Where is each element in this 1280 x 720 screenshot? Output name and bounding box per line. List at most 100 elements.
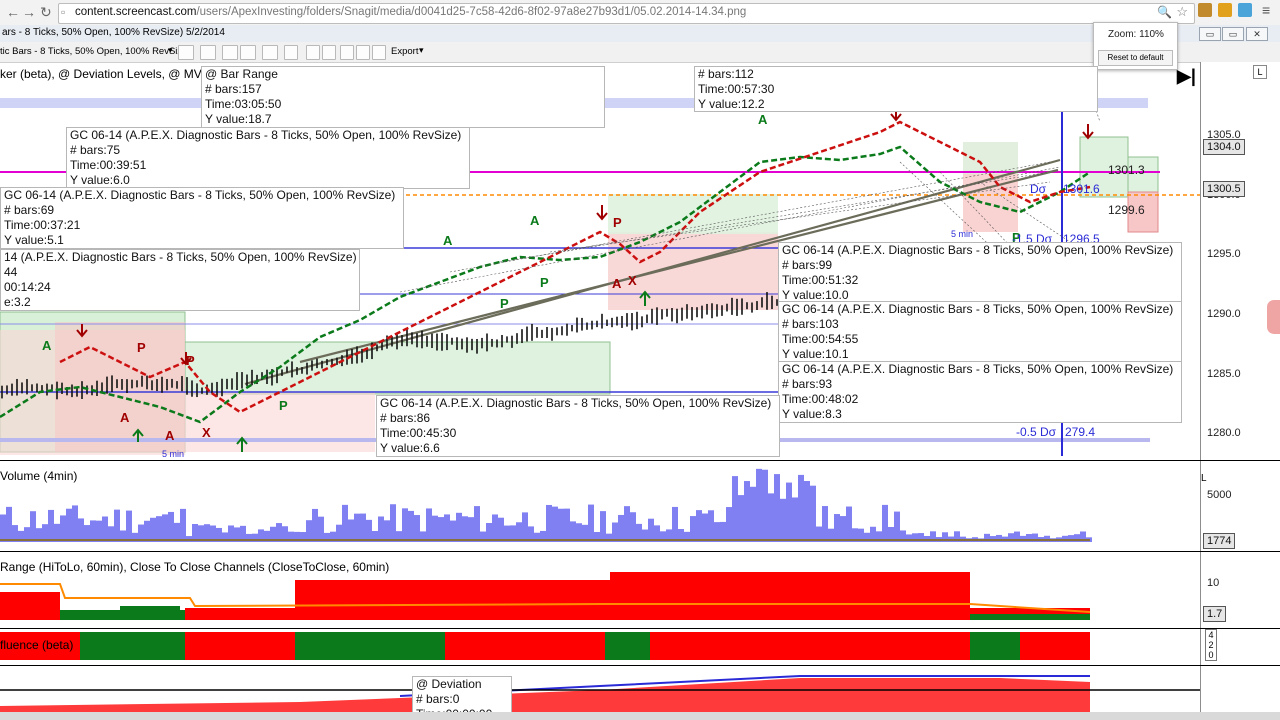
tooltip-key: Y value:	[782, 288, 826, 302]
volume-bar	[612, 522, 618, 542]
tooltip-title: GC 06-14 (A.P.E.X. Diagnostic Bars - 8 T…	[782, 243, 1174, 257]
volume-chart[interactable]	[0, 462, 1200, 552]
export-dropdown-icon[interactable]: ▾	[419, 45, 424, 56]
restore-button[interactable]: ▭	[1222, 27, 1244, 41]
volume-bar	[96, 520, 102, 542]
template-icon[interactable]	[372, 45, 386, 60]
volume-bar	[492, 514, 498, 542]
interval-label: 5 min	[162, 449, 184, 459]
back-icon[interactable]: ←	[6, 4, 20, 20]
data-box-icon[interactable]	[340, 45, 354, 60]
range-bar	[295, 580, 610, 620]
volume-bar	[744, 481, 750, 542]
tooltip-key: Y value:	[4, 233, 48, 247]
star-icon[interactable]: ☆	[1176, 4, 1188, 20]
chart-style-icon[interactable]	[178, 45, 194, 60]
properties-icon[interactable]	[284, 45, 298, 60]
menu-icon[interactable]: ≡	[1262, 2, 1270, 18]
volume-bar	[486, 522, 492, 542]
address-bar[interactable]: ▫ content.screencast.com/users/ApexInves…	[58, 3, 1195, 24]
snagit-icon[interactable]	[1218, 3, 1232, 17]
reload-icon[interactable]: ↻	[40, 4, 52, 21]
crosshair-icon[interactable]	[262, 45, 278, 60]
tooltip-93: GC 06-14 (A.P.E.X. Diagnostic Bars - 8 T…	[778, 361, 1182, 423]
url-path: /users/ApexInvesting/folders/Snagit/medi…	[196, 6, 747, 18]
pencil-icon[interactable]	[200, 45, 216, 60]
volume-bar	[312, 508, 318, 542]
marker-p: P	[540, 275, 549, 290]
tooltip-value: 03:05:50	[234, 97, 282, 111]
tooltip-value: 18.7	[248, 112, 272, 126]
minimize-button[interactable]: ▭	[1199, 27, 1221, 41]
indicator-icon[interactable]	[356, 45, 370, 60]
volume-bar	[630, 512, 636, 542]
bars-icon[interactable]	[306, 45, 320, 60]
deviation-label: -0.5 Dσ	[1016, 425, 1057, 439]
extension-icon[interactable]	[1198, 3, 1212, 17]
volume-bar	[450, 520, 456, 542]
volume-bar	[174, 522, 180, 542]
volume-bar	[186, 536, 192, 542]
volume-bar	[924, 535, 930, 542]
tooltip-key: Time:	[4, 218, 34, 232]
tooltip-value: 12.2	[741, 97, 765, 111]
deviation-area	[0, 678, 1090, 712]
dropdown-icon[interactable]: ▾	[168, 45, 173, 56]
volume-bar	[72, 505, 78, 542]
side-tab[interactable]	[1267, 300, 1280, 334]
cloud-icon[interactable]	[1238, 3, 1252, 17]
tooltip-75: GC 06-14 (A.P.E.X. Diagnostic Bars - 8 T…	[66, 127, 470, 189]
tooltip-key: # bars:	[205, 82, 242, 96]
volume-bar	[552, 506, 558, 542]
wand-icon[interactable]	[222, 45, 238, 60]
volume-bar	[720, 521, 726, 542]
close-button[interactable]: ✕	[1246, 27, 1268, 41]
range-bar	[120, 606, 180, 620]
deviation-value: 1301.6	[1063, 182, 1100, 196]
tooltip-key: Time:	[205, 97, 235, 111]
tooltip-title: 14 (A.P.E.X. Diagnostic Bars - 8 Ticks, …	[4, 250, 357, 264]
influence-chart[interactable]	[0, 630, 1200, 664]
chart-toolbar: tic Bars - 8 Ticks, 50% Open, 100% RevSi…	[0, 42, 1280, 63]
zoom-icon[interactable]: 🔍	[1157, 5, 1172, 19]
deviation-chart[interactable]	[0, 666, 1200, 712]
export-button[interactable]: Export	[391, 46, 418, 57]
tooltip-99: GC 06-14 (A.P.E.X. Diagnostic Bars - 8 T…	[778, 242, 1182, 304]
volume-bar	[708, 510, 714, 542]
tooltip-value: 00:51:32	[811, 273, 859, 287]
influence-bar	[1020, 632, 1090, 660]
volume-bar	[624, 506, 630, 542]
panel-toggle-icon[interactable]: L	[1253, 65, 1267, 79]
zoom-tool-icon[interactable]	[240, 45, 256, 60]
tooltip-deviation: @ Deviation # bars:0 Time:00:00:00	[412, 676, 512, 716]
tooltip-value: 00:54:55	[811, 332, 859, 346]
tooltip-value: 00:37:21	[33, 218, 81, 232]
scroll-to-end-icon[interactable]: ▶|	[1177, 66, 1196, 87]
marker-a: A	[758, 112, 768, 127]
tooltip-title: GC 06-14 (A.P.E.X. Diagnostic Bars - 8 T…	[782, 302, 1174, 316]
forward-icon[interactable]: →	[22, 4, 36, 20]
volume-bar	[756, 468, 762, 542]
panel-toggle-icon[interactable]: L	[1201, 473, 1207, 484]
strategy-icon[interactable]	[322, 45, 336, 60]
price-axis[interactable]	[1200, 62, 1280, 460]
deviation-axis[interactable]	[1200, 666, 1280, 712]
volume-bar	[846, 506, 852, 542]
influence-bar	[650, 632, 970, 660]
volume-bar	[690, 516, 696, 542]
horizontal-scrollbar[interactable]	[0, 712, 1280, 720]
volume-bar	[150, 517, 156, 542]
influence-panel-title: fluence (beta)	[0, 638, 74, 652]
volume-bar	[768, 493, 774, 542]
volume-bar	[444, 514, 450, 542]
marker-x: X	[202, 425, 211, 440]
axis-label: 1290.0	[1207, 308, 1241, 320]
tooltip-key: e:	[4, 295, 15, 309]
volume-bar	[6, 506, 12, 542]
instrument-selector[interactable]: tic Bars - 8 Ticks, 50% Open, 100% RevSi…	[0, 46, 187, 57]
volume-bar	[804, 481, 810, 542]
tooltip-value: 8.3	[825, 407, 842, 421]
volume-bar	[774, 474, 780, 542]
volume-bar	[738, 495, 744, 542]
tooltip-44: 14 (A.P.E.X. Diagnostic Bars - 8 Ticks, …	[0, 249, 360, 311]
